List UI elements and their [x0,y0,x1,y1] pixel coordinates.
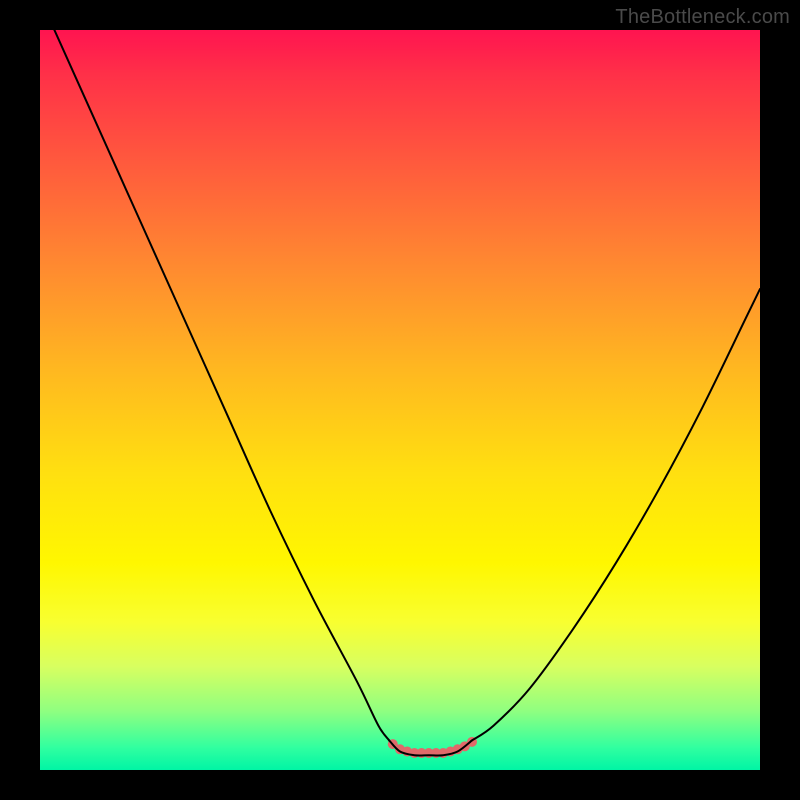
plot-area [40,30,760,770]
bottleneck-curve [54,30,760,755]
attribution-text: TheBottleneck.com [615,6,790,29]
chart-frame: TheBottleneck.com [0,0,800,800]
curve-lines-layer [54,30,760,755]
chart-svg [40,30,760,770]
